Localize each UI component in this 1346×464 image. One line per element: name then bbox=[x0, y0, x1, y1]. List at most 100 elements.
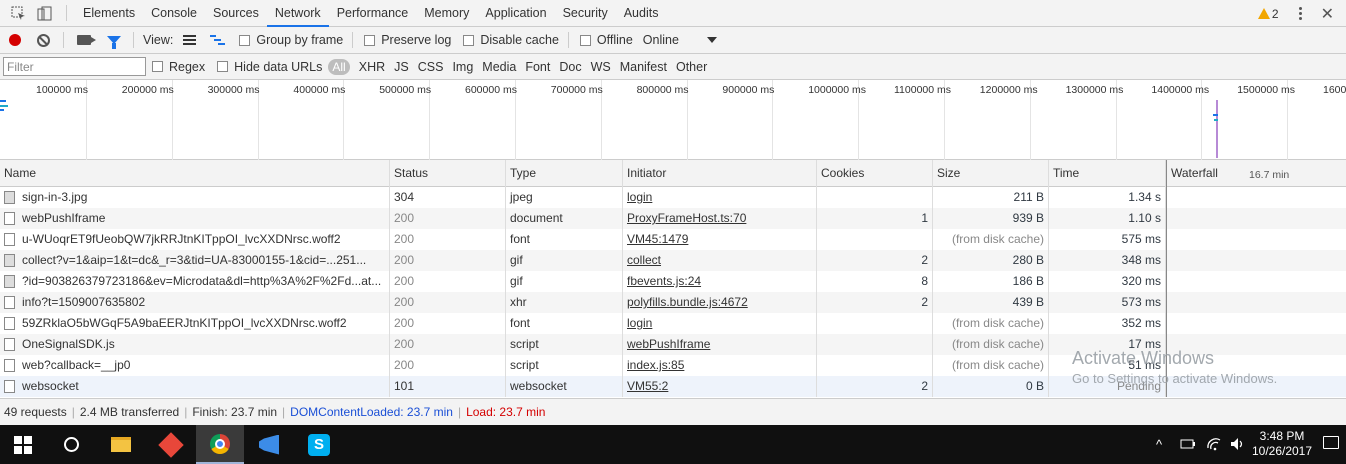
filter-type-other[interactable]: Other bbox=[676, 60, 707, 74]
initiator-link[interactable]: login bbox=[627, 190, 652, 204]
cell-initiator[interactable]: webPushIframe bbox=[623, 334, 817, 355]
warnings-counter[interactable]: 2 bbox=[1257, 7, 1279, 21]
initiator-link[interactable]: VM45:1479 bbox=[627, 232, 688, 246]
network-overview[interactable]: 100000 ms 200000 ms 300000 ms 400000 ms 5000… bbox=[0, 80, 1346, 160]
more-options-icon[interactable] bbox=[1293, 7, 1309, 20]
cell-initiator[interactable]: index.js:85 bbox=[623, 355, 817, 376]
filter-icon[interactable] bbox=[107, 36, 121, 49]
tab-elements[interactable]: Elements bbox=[75, 0, 143, 27]
cell-initiator[interactable]: ProxyFrameHost.ts:70 bbox=[623, 208, 817, 229]
checkbox[interactable] bbox=[217, 61, 229, 72]
throttling-select[interactable]: Online bbox=[643, 33, 679, 47]
visual-studio-button[interactable] bbox=[246, 425, 292, 464]
cell-initiator[interactable]: login bbox=[623, 187, 817, 208]
tab-memory[interactable]: Memory bbox=[416, 0, 477, 27]
filter-type-xhr[interactable]: XHR bbox=[359, 60, 385, 74]
system-clock[interactable]: 3:48 PM 10/26/2017 bbox=[1250, 429, 1314, 459]
file-explorer-button[interactable] bbox=[98, 425, 144, 464]
power-icon[interactable] bbox=[1180, 437, 1196, 451]
show-hidden-icons[interactable]: ^ bbox=[1156, 425, 1162, 464]
tab-performance[interactable]: Performance bbox=[329, 0, 417, 27]
preserve-log-checkbox[interactable]: Preserve log bbox=[364, 33, 451, 47]
filter-type-ws[interactable]: WS bbox=[591, 60, 611, 74]
filter-type-manifest[interactable]: Manifest bbox=[620, 60, 667, 74]
filter-type-img[interactable]: Img bbox=[452, 60, 473, 74]
start-button[interactable] bbox=[0, 425, 46, 464]
initiator-link[interactable]: collect bbox=[627, 253, 661, 267]
skype-button[interactable]: S bbox=[296, 425, 342, 464]
table-row[interactable]: 59ZRklaO5bWGqF5A9baEERJtnKITppOI_lvcXXDN… bbox=[0, 313, 1346, 334]
overview-icon[interactable] bbox=[210, 35, 226, 45]
wifi-icon[interactable] bbox=[1206, 436, 1222, 452]
git-app-button[interactable] bbox=[148, 425, 194, 464]
record-icon[interactable] bbox=[9, 34, 21, 46]
tab-application[interactable]: Application bbox=[477, 0, 554, 27]
inspect-element-icon[interactable] bbox=[10, 5, 26, 21]
table-row[interactable]: ?id=903826379723186&ev=Microdata&dl=http… bbox=[0, 271, 1346, 292]
checkbox[interactable] bbox=[364, 34, 376, 46]
table-row[interactable]: u-WUoqrET9fUeobQW7jkRRJtnKITppOI_lvcXXDN… bbox=[0, 229, 1346, 250]
tab-security[interactable]: Security bbox=[555, 0, 616, 27]
close-icon[interactable]: ✕ bbox=[1321, 4, 1334, 24]
checkbox[interactable] bbox=[579, 34, 591, 46]
cortana-button[interactable] bbox=[48, 425, 94, 464]
initiator-link[interactable]: VM55:2 bbox=[627, 379, 668, 393]
column-time[interactable]: Time bbox=[1049, 160, 1166, 187]
cell-name[interactable]: collect?v=1&aip=1&t=dc&_r=3&tid=UA-83000… bbox=[0, 250, 390, 271]
table-row[interactable]: sign-in-3.jpg 304 jpeg login 211 B 1.34 s bbox=[0, 187, 1346, 208]
cell-initiator[interactable]: VM55:2 bbox=[623, 376, 817, 397]
initiator-link[interactable]: login bbox=[627, 316, 652, 330]
table-row[interactable]: web?callback=__jp0 200 script index.js:85 (f… bbox=[0, 355, 1346, 376]
tab-network[interactable]: Network bbox=[266, 0, 329, 27]
cell-initiator[interactable]: login bbox=[623, 313, 817, 334]
checkbox[interactable] bbox=[463, 34, 475, 46]
table-row[interactable]: OneSignalSDK.js 200 script webPushIframe (fr… bbox=[0, 334, 1346, 355]
tab-sources[interactable]: Sources bbox=[205, 0, 267, 27]
regex-checkbox[interactable]: Regex bbox=[152, 60, 205, 74]
initiator-link[interactable]: index.js:85 bbox=[627, 358, 684, 372]
cell-name[interactable]: ?id=903826379723186&ev=Microdata&dl=http… bbox=[0, 271, 390, 292]
cell-initiator[interactable]: fbevents.js:24 bbox=[623, 271, 817, 292]
notification-center-icon[interactable] bbox=[1323, 436, 1339, 449]
capture-screenshots-icon[interactable] bbox=[77, 35, 96, 45]
offline-checkbox[interactable]: Offline bbox=[579, 33, 633, 47]
filter-type-media[interactable]: Media bbox=[482, 60, 516, 74]
filter-type-doc[interactable]: Doc bbox=[559, 60, 581, 74]
cell-initiator[interactable]: polyfills.bundle.js:4672 bbox=[623, 292, 817, 313]
cell-initiator[interactable]: VM45:1479 bbox=[623, 229, 817, 250]
table-row[interactable]: websocket 101 websocket VM55:2 2 0 B Pending bbox=[0, 376, 1346, 397]
clear-icon[interactable] bbox=[37, 33, 50, 47]
filter-type-js[interactable]: JS bbox=[394, 60, 409, 74]
column-size[interactable]: Size bbox=[933, 160, 1049, 187]
disable-cache-checkbox[interactable]: Disable cache bbox=[463, 33, 559, 47]
cell-name[interactable]: sign-in-3.jpg bbox=[0, 187, 390, 208]
column-initiator[interactable]: Initiator bbox=[623, 160, 817, 187]
device-toolbar-icon[interactable] bbox=[36, 5, 52, 21]
initiator-link[interactable]: fbevents.js:24 bbox=[627, 274, 701, 288]
checkbox[interactable] bbox=[152, 61, 163, 72]
cell-initiator[interactable]: collect bbox=[623, 250, 817, 271]
table-row[interactable]: webPushIframe 200 document ProxyFrameHost.t… bbox=[0, 208, 1346, 229]
cell-name[interactable]: info?t=1509007635802 bbox=[0, 292, 390, 313]
tab-console[interactable]: Console bbox=[143, 0, 205, 27]
filter-type-all[interactable]: All bbox=[328, 58, 350, 75]
initiator-link[interactable]: webPushIframe bbox=[627, 337, 710, 351]
column-type[interactable]: Type bbox=[506, 160, 623, 187]
cell-name[interactable]: u-WUoqrET9fUeobQW7jkRRJtnKITppOI_lvcXXDN… bbox=[0, 229, 390, 250]
column-name[interactable]: Name bbox=[0, 160, 390, 187]
filter-type-css[interactable]: CSS bbox=[418, 60, 444, 74]
volume-icon[interactable] bbox=[1230, 437, 1246, 451]
column-status[interactable]: Status bbox=[390, 160, 506, 187]
checkbox[interactable] bbox=[239, 34, 251, 46]
filter-input[interactable] bbox=[3, 57, 146, 76]
cell-name[interactable]: 59ZRklaO5bWGqF5A9baEERJtnKITppOI_lvcXXDN… bbox=[0, 313, 390, 334]
large-rows-icon[interactable] bbox=[183, 35, 197, 45]
chevron-down-icon[interactable] bbox=[706, 37, 717, 43]
chrome-button[interactable] bbox=[196, 425, 244, 464]
cell-name[interactable]: web?callback=__jp0 bbox=[0, 355, 390, 376]
group-by-frame-checkbox[interactable]: Group by frame bbox=[239, 33, 343, 47]
filter-type-font[interactable]: Font bbox=[525, 60, 550, 74]
table-row[interactable]: collect?v=1&aip=1&t=dc&_r=3&tid=UA-83000… bbox=[0, 250, 1346, 271]
tab-audits[interactable]: Audits bbox=[616, 0, 667, 27]
initiator-link[interactable]: ProxyFrameHost.ts:70 bbox=[627, 211, 746, 225]
